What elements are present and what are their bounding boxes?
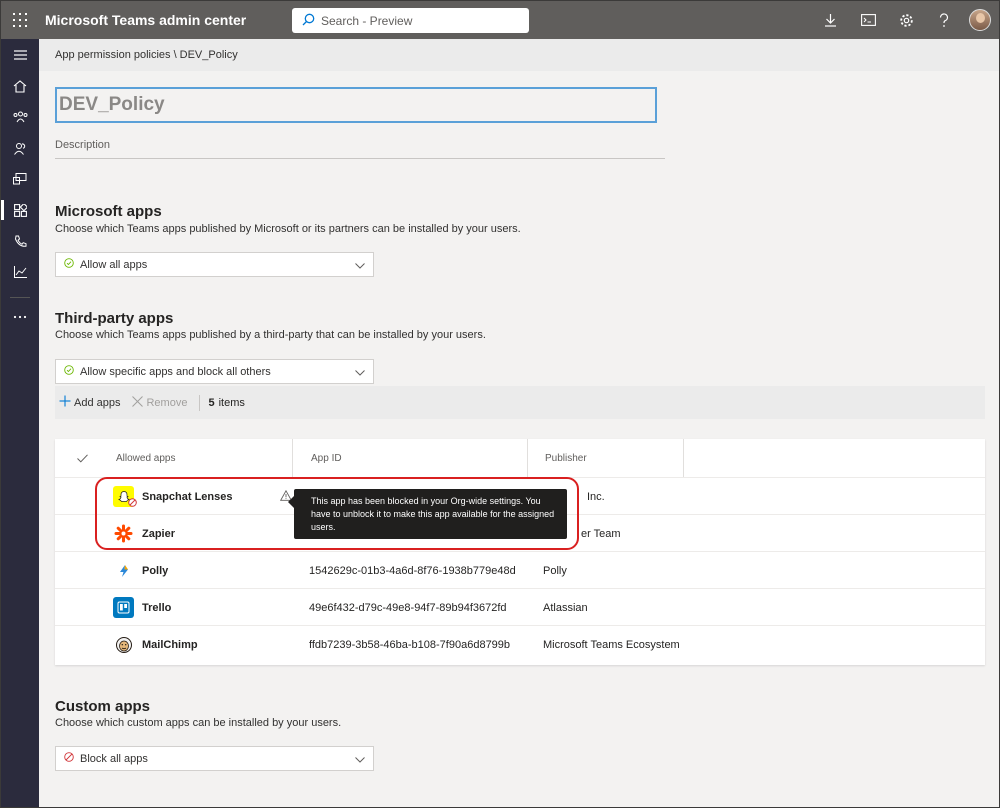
analytics-icon[interactable]: [1, 257, 39, 287]
blocked-app-tooltip: This app has been blocked in your Org-wi…: [288, 489, 567, 539]
microsoft-apps-title: Microsoft apps: [55, 203, 162, 220]
app-name[interactable]: Trello: [142, 602, 171, 614]
third-party-apps-subtitle: Choose which Teams apps published by a t…: [55, 329, 486, 341]
top-bar: Microsoft Teams admin center: [1, 1, 999, 39]
column-divider: [527, 439, 528, 477]
top-icons: [811, 1, 999, 39]
app-name[interactable]: Zapier: [142, 528, 175, 540]
app-title: Microsoft Teams admin center: [45, 12, 247, 28]
devices-icon[interactable]: [1, 164, 39, 194]
custom-apps-subtitle: Choose which custom apps can be installe…: [55, 717, 342, 729]
app-name-cell: Zapier: [113, 515, 175, 552]
table-row[interactable]: MailChimp ffdb7239-3b58-46ba-b108-7f90a6…: [55, 626, 985, 663]
microsoft-apps-subtitle: Choose which Teams apps published by Mic…: [55, 223, 521, 235]
third-party-apps-selected: Allow specific apps and block all others: [80, 365, 271, 378]
blocked-icon: [128, 498, 137, 510]
column-divider: [683, 439, 684, 477]
breadcrumb-parent-link[interactable]: App permission policies: [55, 49, 171, 61]
publisher-cell: Microsoft Teams Ecosystem: [543, 638, 680, 651]
microsoft-apps-dropdown[interactable]: Allow all apps: [55, 252, 374, 277]
app-name-cell: MailChimp: [113, 626, 198, 663]
search-icon: [302, 13, 315, 29]
microsoft-apps-selected: Allow all apps: [80, 258, 148, 271]
description-field[interactable]: [55, 139, 665, 159]
breadcrumb-current: DEV_Policy: [179, 49, 238, 61]
zapier-icon: [113, 523, 134, 544]
voice-icon[interactable]: [1, 226, 39, 256]
policy-name-input[interactable]: [59, 94, 639, 116]
avatar[interactable]: [969, 9, 991, 31]
app-launcher-icon[interactable]: [1, 1, 39, 39]
chevron-down-icon: [355, 754, 365, 766]
close-icon: [132, 395, 146, 410]
teams-apps-icon[interactable]: [1, 195, 39, 225]
table-header: Allowed apps App ID Publisher: [55, 439, 985, 478]
custom-apps-dropdown[interactable]: Block all apps: [55, 746, 374, 771]
remove-label: Remove: [146, 396, 188, 409]
custom-apps-title: Custom apps: [55, 698, 151, 715]
search-input[interactable]: [321, 13, 521, 28]
app-name[interactable]: MailChimp: [142, 639, 198, 651]
description-input[interactable]: [55, 139, 655, 151]
snapchat-icon: [113, 486, 137, 510]
trello-icon: [113, 597, 134, 618]
add-apps-button[interactable]: Add apps: [55, 395, 124, 410]
app-id-cell: ffdb7239-3b58-46ba-b108-7f90a6d8799b: [309, 638, 511, 651]
mailchimp-icon: [113, 634, 134, 655]
select-all-checkbox[interactable]: [77, 439, 88, 477]
publisher-cell: er Team: [581, 527, 621, 540]
table-row[interactable]: Trello 49e6f432-d79c-49e8-94f7-89b94f367…: [55, 589, 985, 626]
block-icon: [64, 752, 74, 765]
home-icon[interactable]: [1, 71, 39, 101]
publisher-cell: Atlassian: [543, 601, 588, 614]
policy-name-field[interactable]: [55, 87, 657, 123]
items-count-label: items: [218, 396, 245, 409]
app-name-cell: Polly: [113, 552, 168, 589]
toolbar-divider: [199, 394, 201, 411]
publisher-cell: Inc.: [587, 490, 605, 503]
allowed-apps-table: Allowed apps App ID Publisher Snapchat L: [55, 439, 985, 665]
app-name[interactable]: Polly: [142, 565, 168, 577]
teams-icon[interactable]: [1, 102, 39, 132]
plus-icon: [59, 395, 74, 410]
remove-button[interactable]: Remove: [128, 395, 191, 410]
items-count: 5: [208, 396, 215, 409]
more-icon[interactable]: [1, 302, 39, 332]
app-name[interactable]: Snapchat Lenses: [142, 491, 232, 503]
apps-toolbar: Add apps Remove 5 items: [55, 386, 985, 419]
column-app-id[interactable]: App ID: [311, 439, 342, 477]
rail-divider: [10, 297, 30, 298]
gear-icon[interactable]: [887, 1, 925, 39]
third-party-apps-dropdown[interactable]: Allow specific apps and block all others: [55, 359, 374, 384]
column-publisher[interactable]: Publisher: [545, 439, 587, 477]
users-icon[interactable]: [1, 133, 39, 163]
allow-check-icon: [64, 258, 74, 271]
allow-check-icon: [64, 365, 74, 378]
app-id-cell: 49e6f432-d79c-49e8-94f7-89b94f3672fd: [309, 601, 507, 614]
add-apps-label: Add apps: [74, 396, 121, 409]
main-content: App permission policies \ DEV_Policy Mic…: [39, 39, 999, 807]
app-name-cell: Snapchat Lenses: [113, 478, 293, 515]
shell-icon[interactable]: [849, 1, 887, 39]
column-divider: [292, 439, 293, 477]
app-name-cell: Trello: [113, 589, 171, 626]
breadcrumb-separator: \: [173, 49, 177, 61]
app-id-cell: 1542629c-01b3-4a6d-8f76-1938b779e48d: [309, 564, 516, 577]
search-box[interactable]: [292, 8, 529, 33]
breadcrumb: App permission policies \ DEV_Policy: [39, 39, 999, 71]
chevron-down-icon: [355, 260, 365, 272]
column-allowed-apps[interactable]: Allowed apps: [116, 439, 175, 477]
custom-apps-selected: Block all apps: [80, 752, 148, 765]
download-icon[interactable]: [811, 1, 849, 39]
polly-icon: [113, 560, 134, 581]
help-icon[interactable]: [925, 1, 963, 39]
chevron-down-icon: [355, 367, 365, 379]
left-rail: [1, 39, 39, 807]
table-row[interactable]: Polly 1542629c-01b3-4a6d-8f76-1938b779e4…: [55, 552, 985, 589]
third-party-apps-title: Third-party apps: [55, 310, 174, 327]
teams-admin-window: Microsoft Teams admin center Search - Pr…: [0, 0, 1000, 808]
menu-icon[interactable]: [1, 40, 39, 70]
publisher-cell: Polly: [543, 564, 567, 577]
